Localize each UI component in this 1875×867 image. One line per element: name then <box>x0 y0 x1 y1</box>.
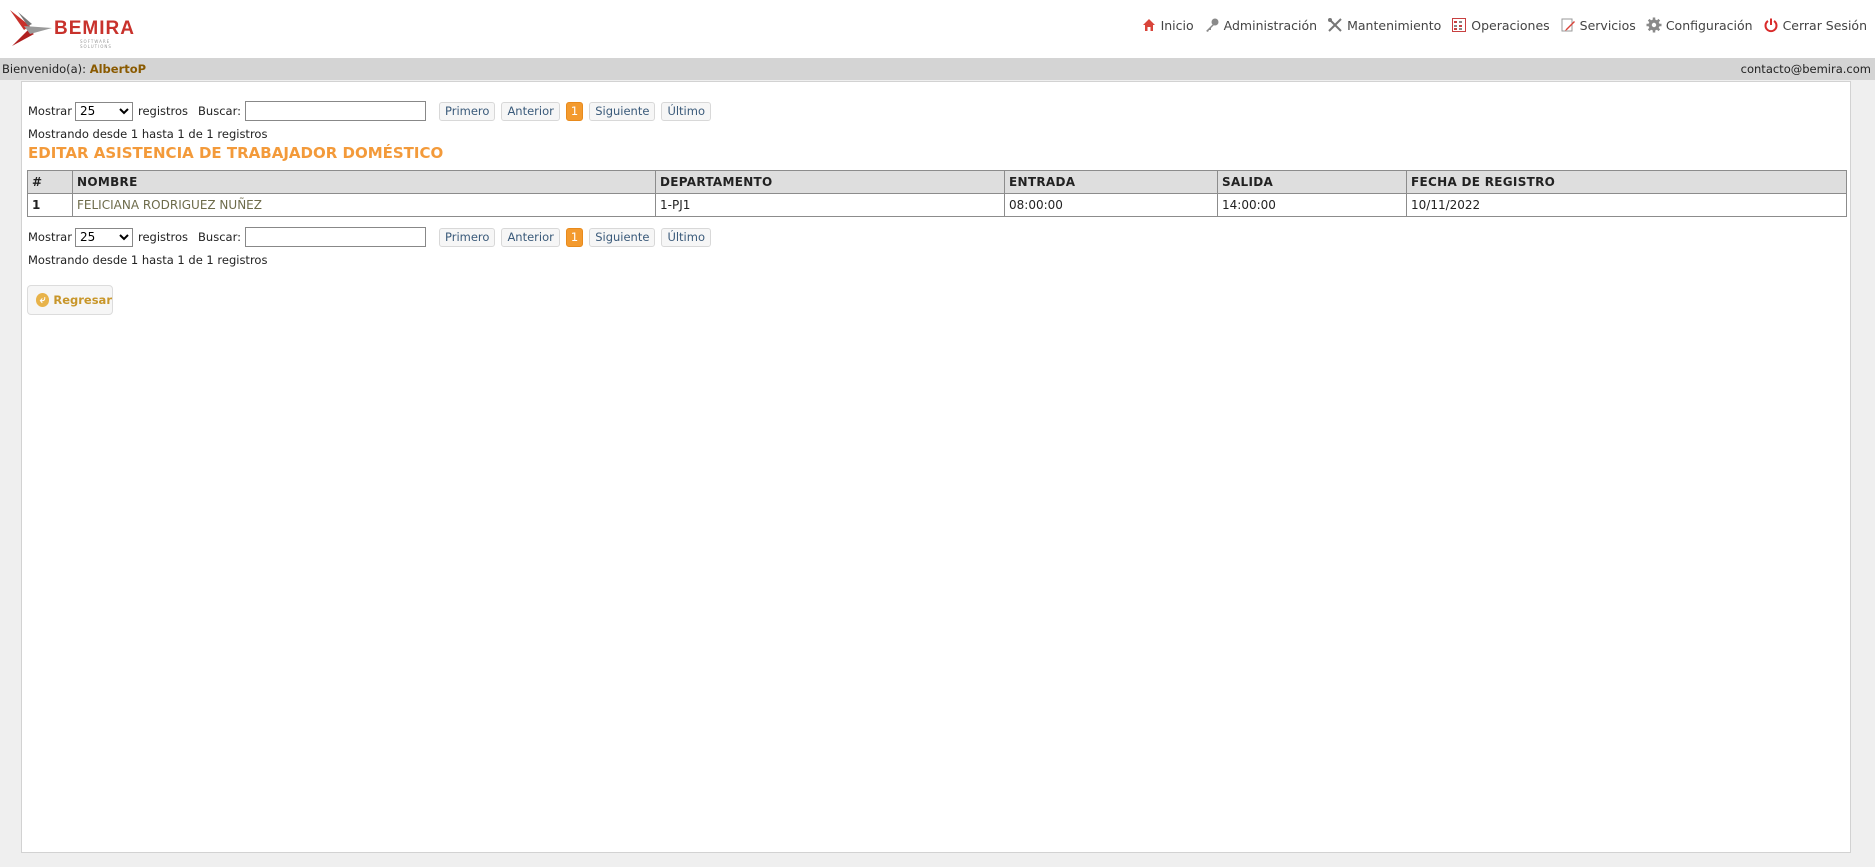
table-controls-top: Mostrar 25 registros Buscar: Primero Ant… <box>28 101 711 121</box>
table-controls-bottom: Mostrar 25 registros Buscar: Primero Ant… <box>28 227 711 247</box>
pagination: Primero Anterior 1 Siguiente Último <box>438 227 711 247</box>
main-nav: Inicio Administración Mantenimiento Oper… <box>1141 17 1867 33</box>
back-arrow-icon: ⤶ <box>36 293 50 307</box>
logo-mark-icon <box>10 10 52 46</box>
key-icon <box>1205 18 1219 32</box>
content-panel: Mostrar 25 registros Buscar: Primero Ant… <box>21 81 1851 853</box>
records-info-bottom: Mostrando desde 1 hasta 1 de 1 registros <box>28 253 268 267</box>
pager-first-button[interactable]: Primero <box>438 227 496 247</box>
search-input[interactable] <box>244 227 426 247</box>
nav-label: Mantenimiento <box>1347 17 1442 33</box>
tools-icon <box>1328 18 1342 32</box>
page-title: EDITAR ASISTENCIA DE TRABAJADOR DOMÉSTIC… <box>28 144 444 162</box>
edit-icon <box>1561 18 1575 32</box>
nav-administracion[interactable]: Administración <box>1204 17 1317 33</box>
records-label: registros <box>137 104 189 118</box>
nav-label: Inicio <box>1160 17 1194 33</box>
welcome-text: Bienvenido(a): AlbertoP <box>2 58 146 80</box>
page-size-select[interactable]: 25 <box>74 101 133 121</box>
attendance-table: # NOMBRE DEPARTAMENTO ENTRADA SALIDA FEC… <box>27 170 1847 217</box>
search-label: Buscar: <box>198 230 241 244</box>
search-label: Buscar: <box>198 104 241 118</box>
pager-last-button[interactable]: Último <box>661 227 711 247</box>
cell-entrada: 08:00:00 <box>1004 193 1218 217</box>
show-label: Mostrar <box>28 230 72 244</box>
nav-label: Operaciones <box>1471 17 1550 33</box>
back-button[interactable]: ⤶ Regresar <box>27 285 113 315</box>
page-size-select[interactable]: 25 <box>74 227 133 247</box>
column-header[interactable]: SALIDA <box>1217 170 1407 194</box>
power-icon <box>1764 18 1778 33</box>
pager-last-button[interactable]: Último <box>661 101 711 121</box>
pager-next-button[interactable]: Siguiente <box>589 227 656 247</box>
pager-first-button[interactable]: Primero <box>438 101 496 121</box>
column-header[interactable]: NOMBRE <box>72 170 656 194</box>
gear-icon <box>1646 17 1662 33</box>
search-input[interactable] <box>244 101 426 121</box>
cell-nombre[interactable]: FELICIANA RODRIGUEZ NUÑEZ <box>72 193 656 217</box>
nav-inicio[interactable]: Inicio <box>1141 17 1194 33</box>
pager-page-button[interactable]: 1 <box>565 227 584 247</box>
brand-name: BEMIRA <box>54 18 135 39</box>
pager-next-button[interactable]: Siguiente <box>589 101 656 121</box>
bemira-logo[interactable]: BEMIRA SOFTWARE SOLUTIONS <box>8 8 138 49</box>
back-label: Regresar <box>53 293 112 307</box>
top-bar: BEMIRA SOFTWARE SOLUTIONS Inicio Adminis… <box>0 0 1875 58</box>
nav-label: Cerrar Sesión <box>1782 17 1867 33</box>
nav-servicios[interactable]: Servicios <box>1560 17 1636 33</box>
nav-operaciones[interactable]: Operaciones <box>1451 17 1550 33</box>
pager-page-button[interactable]: 1 <box>565 101 584 121</box>
nav-cerrar-sesion[interactable]: Cerrar Sesión <box>1763 17 1867 33</box>
welcome-label: Bienvenido(a): <box>2 62 87 76</box>
home-icon <box>1142 19 1155 31</box>
nav-configuracion[interactable]: Configuración <box>1646 17 1753 33</box>
nav-label: Configuración <box>1665 17 1753 33</box>
cell-index: 1 <box>27 193 73 217</box>
username: AlbertoP <box>89 62 147 76</box>
contact-email: contacto@bemira.com <box>1740 62 1871 76</box>
nav-label: Servicios <box>1579 17 1636 33</box>
table-header-row: # NOMBRE DEPARTAMENTO ENTRADA SALIDA FEC… <box>27 170 1847 194</box>
pager-prev-button[interactable]: Anterior <box>501 227 560 247</box>
column-header[interactable]: DEPARTAMENTO <box>655 170 1005 194</box>
welcome-bar: Bienvenido(a): AlbertoP contacto@bemira.… <box>0 58 1875 80</box>
records-label: registros <box>137 230 189 244</box>
cell-fecha-registro: 10/11/2022 <box>1406 193 1847 217</box>
table-row[interactable]: 1 FELICIANA RODRIGUEZ NUÑEZ 1-PJ1 08:00:… <box>27 193 1847 217</box>
pagination: Primero Anterior 1 Siguiente Último <box>438 101 711 121</box>
column-header[interactable]: ENTRADA <box>1004 170 1218 194</box>
column-header[interactable]: FECHA DE REGISTRO <box>1406 170 1847 194</box>
brand-tagline: SOFTWARE SOLUTIONS <box>80 39 112 49</box>
show-label: Mostrar <box>28 104 72 118</box>
column-header[interactable]: # <box>27 170 73 194</box>
nav-label: Administración <box>1223 17 1318 33</box>
pager-prev-button[interactable]: Anterior <box>501 101 560 121</box>
grid-icon <box>1452 18 1467 32</box>
cell-salida: 14:00:00 <box>1217 193 1407 217</box>
nav-mantenimiento[interactable]: Mantenimiento <box>1327 17 1441 33</box>
records-info-top-text: Mostrando desde 1 hasta 1 de 1 registros <box>28 127 268 141</box>
cell-departamento: 1-PJ1 <box>655 193 1005 217</box>
